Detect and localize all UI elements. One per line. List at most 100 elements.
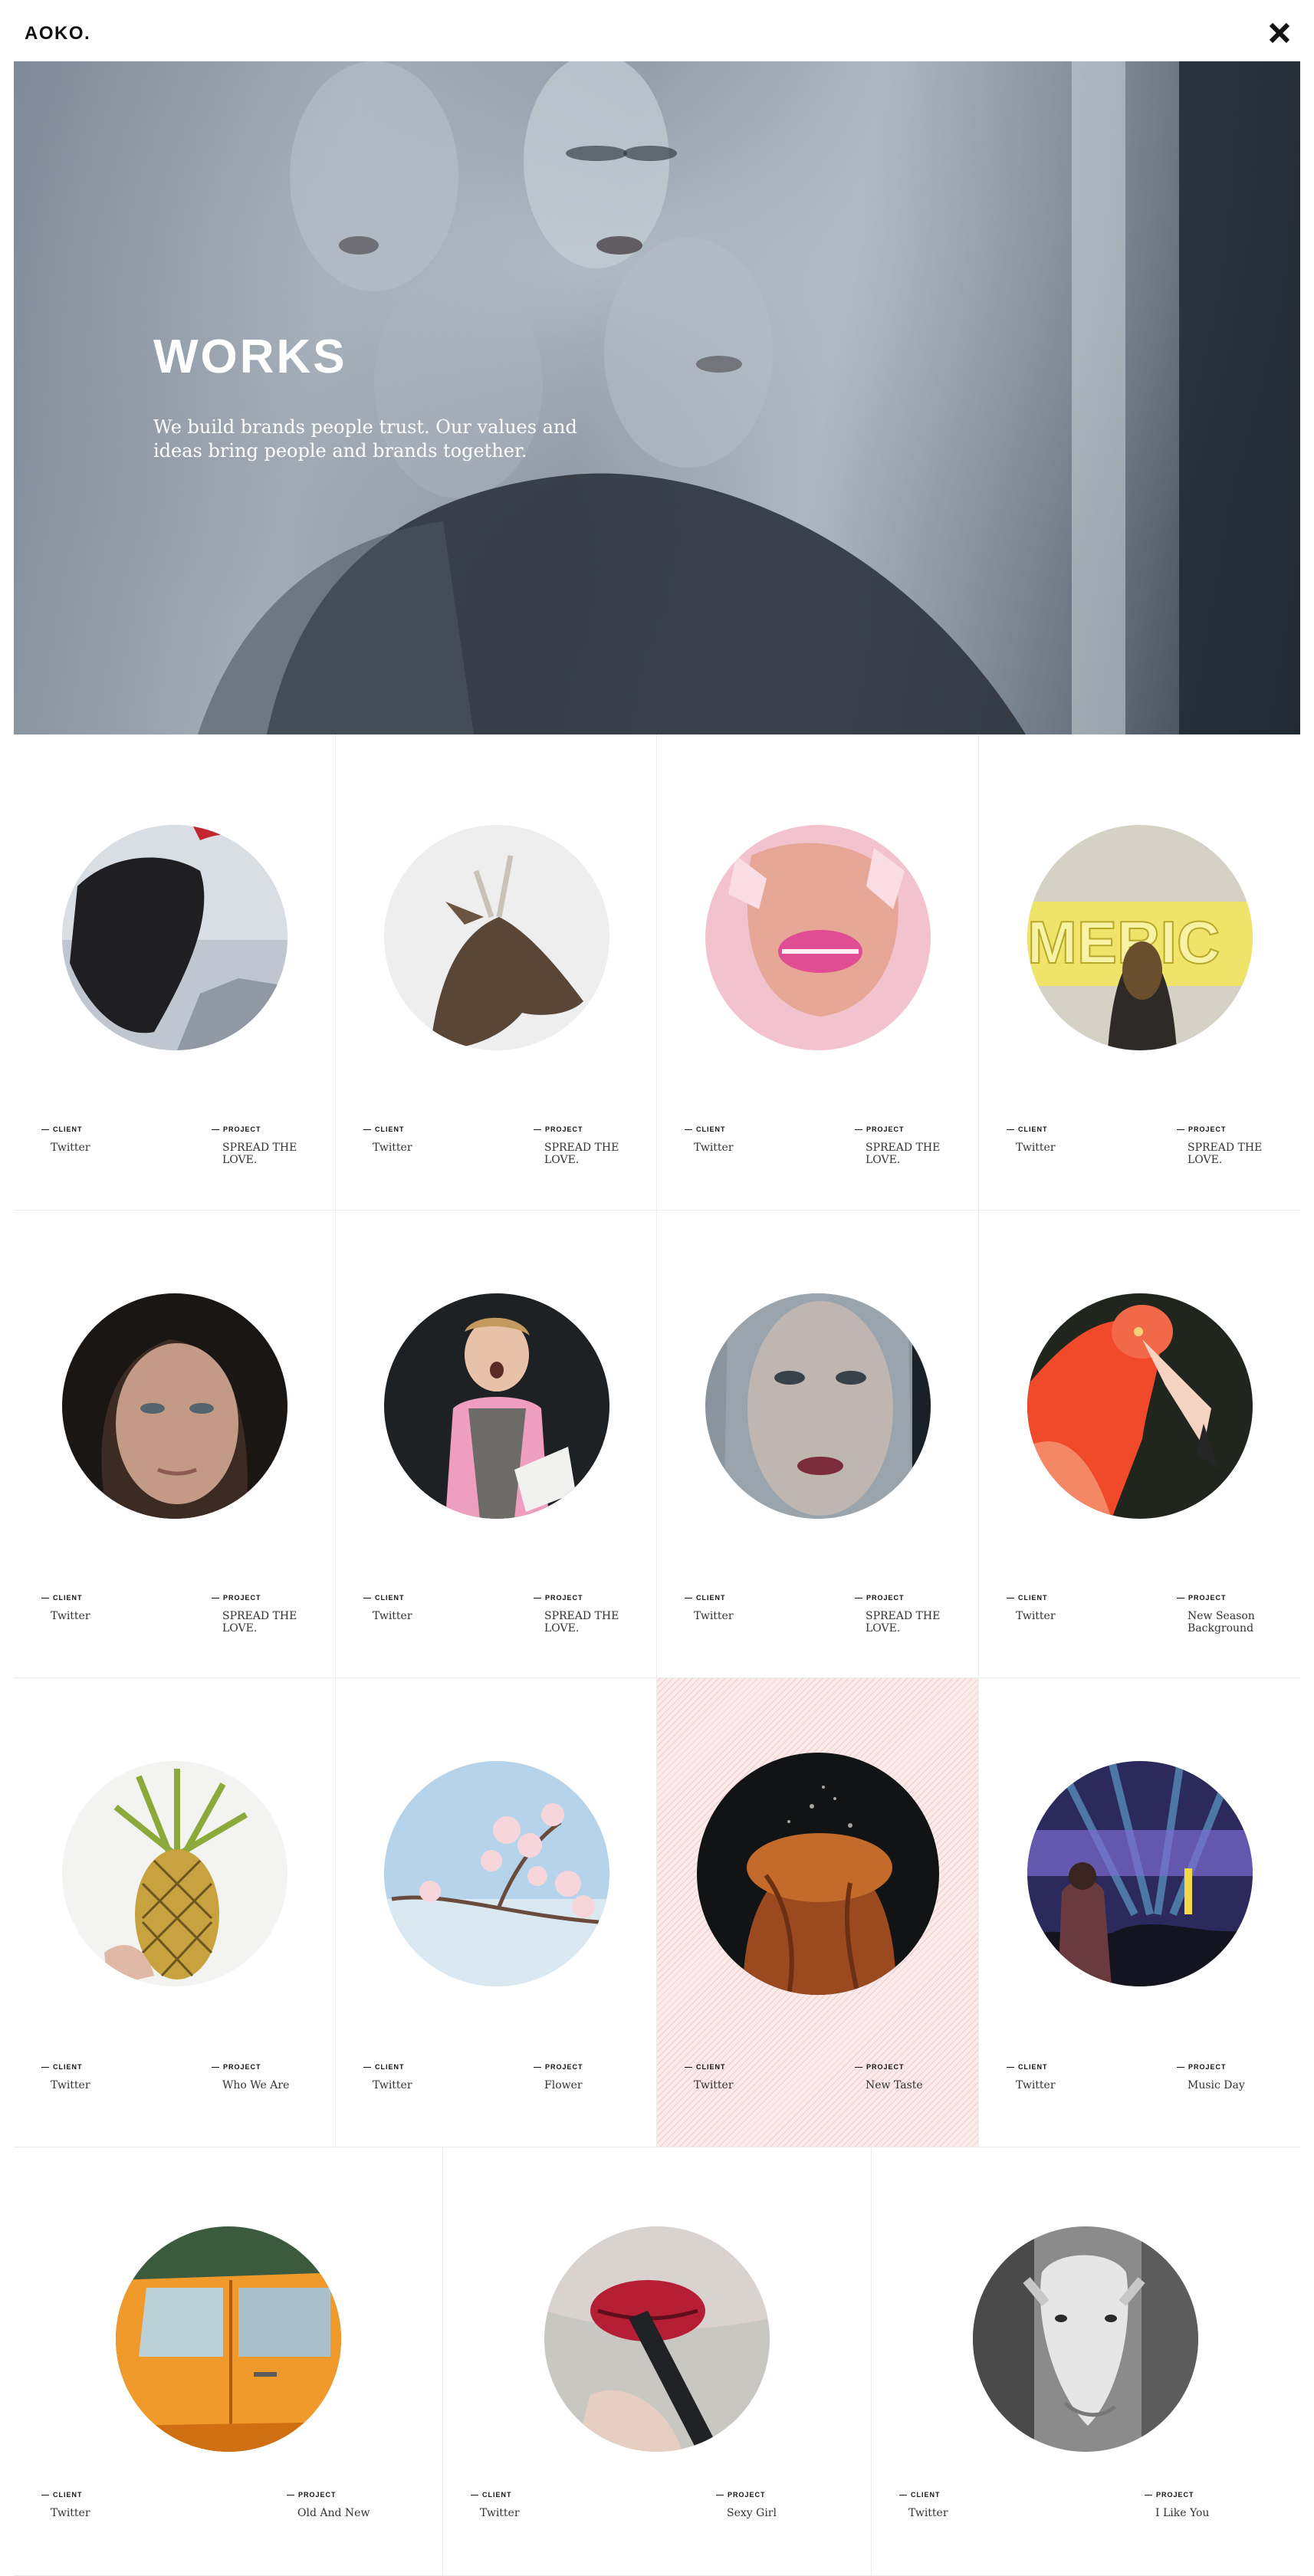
- work-card[interactable]: CLIENT Twitter PROJECT SPREAD THE LOVE.: [14, 1211, 336, 1678]
- project-label: PROJECT: [1177, 1594, 1227, 1602]
- client-label: CLIENT: [685, 2063, 726, 2071]
- client-name: Twitter: [1016, 1610, 1056, 1622]
- work-card[interactable]: CLIENT Twitter PROJECT SPREAD THE LOVE.: [336, 1211, 657, 1678]
- work-card[interactable]: CLIENT Twitter PROJECT SPREAD THE LOVE.: [657, 734, 979, 1211]
- project-name: SPREAD THE LOVE.: [544, 1142, 619, 1166]
- work-card[interactable]: CLIENT Twitter PROJECT New Season Backgr…: [979, 1211, 1300, 1678]
- client-name: Twitter: [1016, 1142, 1056, 1154]
- client-label: CLIENT: [363, 2063, 405, 2071]
- work-thumbnail: [973, 2226, 1198, 2452]
- client-name: Twitter: [694, 1142, 734, 1154]
- work-card[interactable]: CLIENT Twitter PROJECT Old And New: [14, 2147, 443, 2576]
- project-name: SPREAD THE LOVE.: [1188, 1142, 1263, 1166]
- project-name: SPREAD THE LOVE.: [544, 1610, 619, 1635]
- work-thumbnail: [62, 825, 287, 1050]
- work-card[interactable]: CLIENT Twitter PROJECT Flower: [336, 1678, 657, 2147]
- client-label: CLIENT: [363, 1594, 405, 1602]
- work-thumbnail: [1027, 1761, 1253, 1986]
- top-bar: AOKO.: [0, 0, 1314, 61]
- project-name: Sexy Girl: [727, 2507, 777, 2519]
- work-thumbnail: [1027, 1293, 1253, 1519]
- client-label: CLIENT: [363, 1125, 405, 1133]
- work-card[interactable]: CLIENT Twitter PROJECT Who We Are: [14, 1678, 336, 2147]
- client-name: Twitter: [694, 1610, 734, 1622]
- project-label: PROJECT: [1145, 2491, 1194, 2499]
- works-row: CLIENT Twitter PROJECT Who We Are CLIENT: [14, 1678, 1300, 2147]
- project-label: PROJECT: [855, 2063, 905, 2071]
- hero-description: We build brands people trust. Our values…: [153, 416, 577, 462]
- work-thumbnail: [62, 1293, 287, 1519]
- project-name: I Like You: [1155, 2507, 1210, 2519]
- client-name: Twitter: [51, 1610, 90, 1622]
- logo[interactable]: AOKO.: [25, 23, 90, 44]
- client-label: CLIENT: [1007, 1594, 1048, 1602]
- work-card[interactable]: CLIENT Twitter PROJECT Sexy Girl: [443, 2147, 872, 2576]
- work-card[interactable]: CLIENT Twitter PROJECT I Like You: [872, 2147, 1300, 2576]
- client-label: CLIENT: [41, 1594, 83, 1602]
- client-name: Twitter: [373, 1142, 412, 1154]
- project-name: SPREAD THE LOVE.: [866, 1610, 941, 1635]
- work-card[interactable]: CLIENT Twitter PROJECT SPREAD THE LOVE.: [657, 1211, 979, 1678]
- client-name: Twitter: [373, 2079, 412, 2091]
- client-label: CLIENT: [41, 2491, 83, 2499]
- client-name: Twitter: [1016, 2079, 1056, 2091]
- project-name: New Season Background: [1188, 1610, 1255, 1635]
- work-card[interactable]: CLIENT Twitter PROJECT SPREAD THE LOVE.: [336, 734, 657, 1211]
- project-label: PROJECT: [855, 1125, 905, 1133]
- client-label: CLIENT: [41, 2063, 83, 2071]
- project-label: PROJECT: [212, 1125, 261, 1133]
- client-name: Twitter: [51, 2079, 90, 2091]
- client-label: CLIENT: [471, 2491, 512, 2499]
- close-icon: [1269, 22, 1290, 44]
- works-row: CLIENT Twitter PROJECT SPREAD THE LOVE. …: [14, 734, 1300, 1211]
- project-name: New Taste: [866, 2079, 923, 2091]
- client-name: Twitter: [373, 1610, 412, 1622]
- work-thumbnail: [384, 1761, 609, 1986]
- page-title: WORKS: [153, 330, 347, 383]
- client-label: CLIENT: [1007, 2063, 1048, 2071]
- project-label: PROJECT: [1177, 1125, 1227, 1133]
- project-label: PROJECT: [534, 2063, 583, 2071]
- project-name: SPREAD THE LOVE.: [866, 1142, 941, 1166]
- client-label: CLIENT: [899, 2491, 941, 2499]
- project-name: Who We Are: [222, 2079, 290, 2091]
- client-name: Twitter: [51, 2507, 90, 2519]
- work-card[interactable]: CLIENT Twitter PROJECT Music Day: [979, 1678, 1300, 2147]
- work-thumbnail: MERIC: [1027, 825, 1253, 1050]
- project-name: Music Day: [1188, 2079, 1245, 2091]
- client-name: Twitter: [480, 2507, 520, 2519]
- project-label: PROJECT: [534, 1594, 583, 1602]
- project-name: SPREAD THE LOVE.: [222, 1142, 297, 1166]
- project-label: PROJECT: [212, 2063, 261, 2071]
- work-thumbnail: [544, 2226, 770, 2452]
- works-row: CLIENT Twitter PROJECT Old And New CLIEN…: [14, 2147, 1300, 2576]
- project-name: Flower: [544, 2079, 583, 2091]
- work-thumbnail: [116, 2226, 341, 2452]
- client-name: Twitter: [694, 2079, 734, 2091]
- work-thumbnail: [697, 1753, 939, 1995]
- client-label: CLIENT: [41, 1125, 83, 1133]
- work-thumbnail: [62, 1761, 287, 1986]
- work-thumbnail: [384, 825, 609, 1050]
- project-label: PROJECT: [212, 1594, 261, 1602]
- close-button[interactable]: [1268, 21, 1291, 44]
- hero-banner: WORKS We build brands people trust. Our …: [14, 61, 1300, 734]
- work-card[interactable]: CLIENT Twitter PROJECT SPREAD THE LOVE.: [14, 734, 336, 1211]
- hero-background-image: [14, 61, 1300, 734]
- work-thumbnail: [384, 1293, 609, 1519]
- work-card-active[interactable]: CLIENT Twitter PROJECT New Taste: [657, 1678, 979, 2147]
- project-label: PROJECT: [1177, 2063, 1227, 2071]
- project-label: PROJECT: [287, 2491, 337, 2499]
- client-name: Twitter: [51, 1142, 90, 1154]
- project-label: PROJECT: [716, 2491, 766, 2499]
- client-label: CLIENT: [1007, 1125, 1048, 1133]
- client-label: CLIENT: [685, 1125, 726, 1133]
- project-label: PROJECT: [534, 1125, 583, 1133]
- project-label: PROJECT: [855, 1594, 905, 1602]
- project-name: SPREAD THE LOVE.: [222, 1610, 297, 1635]
- work-card[interactable]: MERIC CLIENT Twitter PROJECT SPREAD THE …: [979, 734, 1300, 1211]
- client-name: Twitter: [908, 2507, 948, 2519]
- work-thumbnail: [705, 1293, 931, 1519]
- work-thumbnail: [705, 825, 931, 1050]
- project-name: Old And New: [297, 2507, 370, 2519]
